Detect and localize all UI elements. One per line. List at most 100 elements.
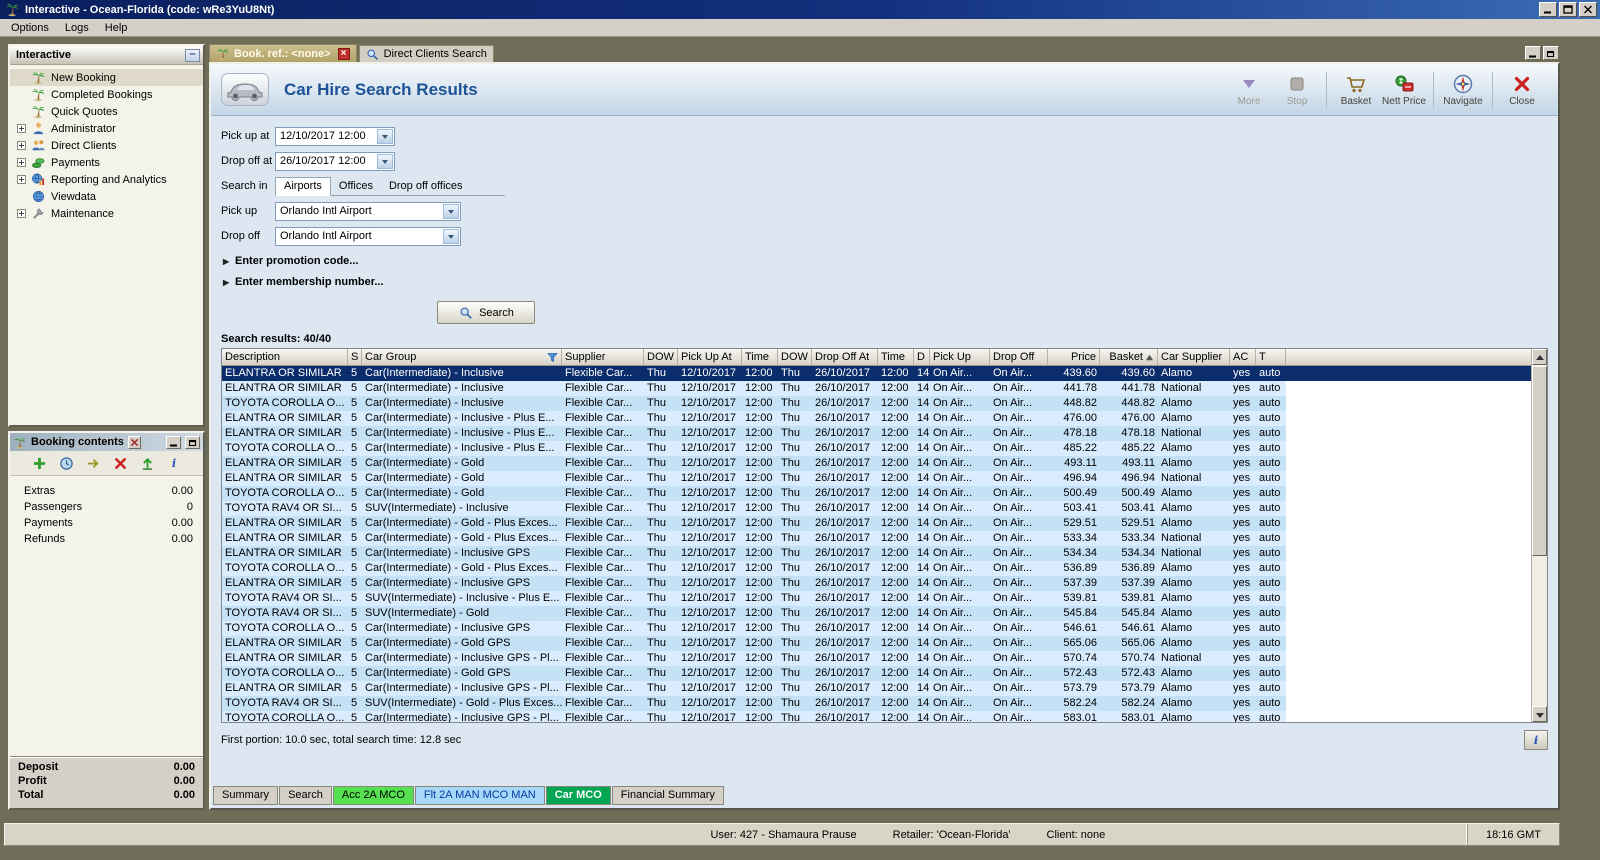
nett-price-button[interactable]: Nett Price: [1380, 73, 1428, 107]
mdi-restore-button[interactable]: [1543, 46, 1559, 60]
result-row[interactable]: ELANTRA OR SIMILAR 5 Car(Intermediate) - I…: [222, 381, 1531, 396]
result-row[interactable]: ELANTRA OR SIMILAR 5 Car(Intermediate) - I…: [222, 681, 1531, 696]
expand-plus-icon[interactable]: [17, 124, 26, 133]
result-row[interactable]: ELANTRA OR SIMILAR 5 Car(Intermediate) - I…: [222, 411, 1531, 426]
chevron-down-icon[interactable]: [377, 153, 393, 169]
transfer-button[interactable]: [84, 454, 102, 472]
bottom-tab-car-mco[interactable]: Car MCO: [545, 786, 611, 805]
grid-scrollbar[interactable]: [1531, 349, 1547, 722]
result-row[interactable]: ELANTRA OR SIMILAR 5 Car(Intermediate) - G…: [222, 516, 1531, 531]
booking-contents-restore-button[interactable]: [185, 435, 200, 449]
tab-book-ref-none[interactable]: Book. ref.: <none> ×: [209, 44, 357, 62]
search-in-tab-offices[interactable]: Offices: [331, 178, 381, 195]
navigate-button[interactable]: Navigate: [1439, 73, 1487, 107]
bottom-tab-search[interactable]: Search: [279, 786, 332, 805]
search-button[interactable]: Search: [437, 301, 535, 324]
scroll-down-icon[interactable]: [1532, 706, 1547, 722]
column-header-drop-off-at[interactable]: Drop Off At: [812, 349, 878, 365]
result-row[interactable]: TOYOTA RAV4 OR SI... 5 SUV(Intermediate) -…: [222, 696, 1531, 711]
promo-code-expander[interactable]: Enter promotion code...: [223, 255, 1558, 267]
close-button[interactable]: [1579, 2, 1597, 17]
search-in-tab-drop-off-offices[interactable]: Drop off offices: [381, 178, 471, 195]
result-row[interactable]: TOYOTA COROLLA O... 5 Car(Intermediate) - …: [222, 621, 1531, 636]
bottom-tab-acc-2a-mco[interactable]: Acc 2A MCO: [332, 786, 414, 805]
bottom-tab-summary[interactable]: Summary: [213, 786, 279, 805]
result-row[interactable]: ELANTRA OR SIMILAR 5 Car(Intermediate) - G…: [222, 531, 1531, 546]
menu-item-help[interactable]: Help: [97, 20, 136, 36]
column-header-d[interactable]: D: [914, 349, 930, 365]
menu-item-options[interactable]: Options: [3, 20, 57, 36]
menu-item-logs[interactable]: Logs: [57, 20, 97, 36]
collapse-panel-button[interactable]: [185, 48, 200, 62]
info-button[interactable]: i: [1524, 730, 1548, 750]
column-header-supplier[interactable]: Supplier: [562, 349, 644, 365]
result-row[interactable]: ELANTRA OR SIMILAR 5 Car(Intermediate) - G…: [222, 636, 1531, 651]
sidebar-item-new-booking[interactable]: New Booking: [10, 69, 203, 86]
column-header-car-supplier[interactable]: Car Supplier: [1158, 349, 1230, 365]
result-row[interactable]: ELANTRA OR SIMILAR 5 Car(Intermediate) - I…: [222, 546, 1531, 561]
pickup-at-input[interactable]: 12/10/2017 12:00: [275, 126, 395, 146]
sidebar-item-administrator[interactable]: Administrator: [10, 120, 203, 137]
add-button[interactable]: [30, 454, 48, 472]
close-button[interactable]: Close: [1498, 73, 1546, 107]
chevron-down-icon[interactable]: [443, 203, 459, 219]
result-row[interactable]: TOYOTA COROLLA O... 5 Car(Intermediate) - …: [222, 486, 1531, 501]
column-header-ac[interactable]: AC: [1230, 349, 1256, 365]
expand-plus-icon[interactable]: [17, 209, 26, 218]
expand-plus-icon[interactable]: [17, 158, 26, 167]
sidebar-item-viewdata[interactable]: Viewdata: [10, 188, 203, 205]
result-row[interactable]: TOYOTA COROLLA O... 5 Car(Intermediate) - …: [222, 666, 1531, 681]
bottom-tab-flt-2a-man-mco-man[interactable]: Flt 2A MAN MCO MAN: [414, 786, 545, 805]
chevron-down-icon[interactable]: [443, 228, 459, 244]
result-row[interactable]: TOYOTA COROLLA O... 5 Car(Intermediate) - …: [222, 441, 1531, 456]
column-header-pick-up-at[interactable]: Pick Up At: [678, 349, 742, 365]
search-in-tab-airports[interactable]: Airports: [275, 177, 331, 196]
result-row[interactable]: TOYOTA COROLLA O... 5 Car(Intermediate) - …: [222, 711, 1531, 722]
sidebar-item-reporting-and-analytics[interactable]: Reporting and Analytics: [10, 171, 203, 188]
result-row[interactable]: TOYOTA RAV4 OR SI... 5 SUV(Intermediate) -…: [222, 606, 1531, 621]
dropoff-at-input[interactable]: 26/10/2017 12:00: [275, 151, 395, 171]
column-header-t[interactable]: T: [1256, 349, 1286, 365]
booking-contents-close-button[interactable]: [127, 435, 141, 449]
column-header-time[interactable]: Time: [878, 349, 914, 365]
column-header-car-group[interactable]: Car Group: [362, 349, 562, 365]
schedule-button[interactable]: [57, 454, 75, 472]
column-header-dow[interactable]: DOW: [644, 349, 678, 365]
dropoff-location-select[interactable]: Orlando Intl Airport: [275, 226, 461, 246]
minimize-button[interactable]: [1539, 2, 1557, 17]
sidebar-item-payments[interactable]: Payments: [10, 154, 203, 171]
column-header-drop-off[interactable]: Drop Off: [990, 349, 1048, 365]
column-header-dow[interactable]: DOW: [778, 349, 812, 365]
sidebar-item-completed-bookings[interactable]: Completed Bookings: [10, 86, 203, 103]
column-header-pick-up[interactable]: Pick Up: [930, 349, 990, 365]
mdi-minimize-button[interactable]: [1525, 46, 1541, 60]
column-header-s[interactable]: S: [348, 349, 362, 365]
pickup-location-select[interactable]: Orlando Intl Airport: [275, 201, 461, 221]
scroll-up-icon[interactable]: [1532, 349, 1547, 365]
result-row[interactable]: ELANTRA OR SIMILAR 5 Car(Intermediate) - I…: [222, 576, 1531, 591]
result-row[interactable]: TOYOTA COROLLA O... 5 Car(Intermediate) - …: [222, 561, 1531, 576]
result-row[interactable]: TOYOTA COROLLA O... 5 Car(Intermediate) - …: [222, 396, 1531, 411]
result-row[interactable]: ELANTRA OR SIMILAR 5 Car(Intermediate) - I…: [222, 366, 1531, 381]
delete-button[interactable]: [111, 454, 129, 472]
column-header-basket[interactable]: Basket: [1100, 349, 1158, 365]
upload-button[interactable]: [138, 454, 156, 472]
result-row[interactable]: ELANTRA OR SIMILAR 5 Car(Intermediate) - G…: [222, 471, 1531, 486]
basket-button[interactable]: Basket: [1332, 73, 1380, 107]
result-row[interactable]: ELANTRA OR SIMILAR 5 Car(Intermediate) - I…: [222, 651, 1531, 666]
expand-plus-icon[interactable]: [17, 141, 26, 150]
result-row[interactable]: TOYOTA RAV4 OR SI... 5 SUV(Intermediate) -…: [222, 501, 1531, 516]
column-header-price[interactable]: Price: [1048, 349, 1100, 365]
column-header-description[interactable]: Description: [222, 349, 348, 365]
membership-expander[interactable]: Enter membership number...: [223, 276, 1558, 288]
booking-contents-minimize-button[interactable]: [166, 435, 181, 449]
column-header-time[interactable]: Time: [742, 349, 778, 365]
tab-direct-clients-search[interactable]: Direct Clients Search: [358, 45, 494, 62]
sidebar-item-direct-clients[interactable]: Direct Clients: [10, 137, 203, 154]
result-row[interactable]: TOYOTA RAV4 OR SI... 5 SUV(Intermediate) -…: [222, 591, 1531, 606]
scrollbar-thumb[interactable]: [1532, 366, 1547, 556]
tab-close-icon[interactable]: ×: [337, 47, 350, 60]
sidebar-item-maintenance[interactable]: Maintenance: [10, 205, 203, 222]
bottom-tab-financial-summary[interactable]: Financial Summary: [611, 786, 724, 805]
maximize-button[interactable]: [1559, 2, 1577, 17]
